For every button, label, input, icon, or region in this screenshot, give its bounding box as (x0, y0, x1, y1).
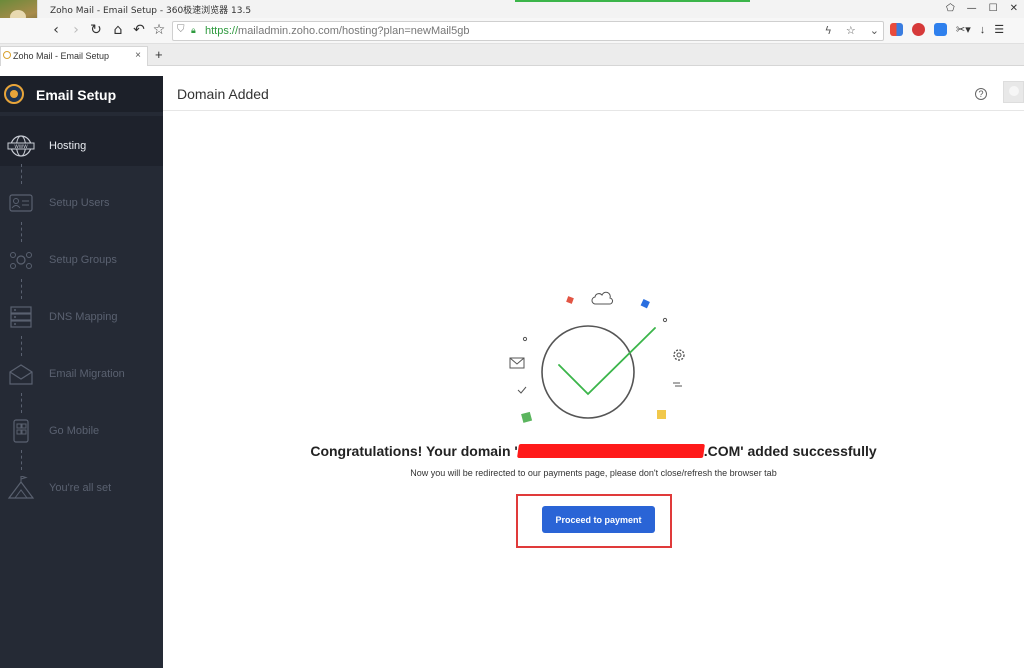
sidebar-item-setup-users[interactable]: Setup Users (0, 183, 163, 223)
page-load-progress (515, 0, 750, 2)
sidebar-item-go-mobile[interactable]: Go Mobile (0, 411, 163, 451)
shield-icon: ⛉ (177, 24, 185, 35)
sidebar-brand: Email Setup (0, 76, 163, 112)
lock-icon: 🔒︎ (191, 25, 196, 35)
www-globe-icon: WWW (7, 135, 35, 157)
proceed-to-payment-button[interactable]: Proceed to payment (542, 506, 655, 533)
group-icon (10, 252, 32, 269)
scissors-icon[interactable]: ✂▾ (956, 23, 971, 36)
back-icon[interactable]: ‹ (48, 22, 64, 38)
url-path: mailadmin.zoho.com/hosting?plan=newMail5… (238, 25, 470, 37)
skin-icon[interactable]: ⬠ (946, 3, 955, 14)
page-header: Domain Added ? (163, 76, 1024, 111)
user-card-icon (9, 194, 33, 212)
setup-sidebar: Email Setup WWW Hosting Setup Users Setu… (0, 76, 163, 668)
success-checkmark-illustration (509, 291, 685, 423)
congrats-suffix: .COM' added successfully (703, 443, 877, 459)
step-connector (21, 450, 22, 470)
mobile-icon (13, 419, 29, 443)
menu-icon[interactable]: ☰ (994, 23, 1004, 36)
sidebar-item-email-migration[interactable]: Email Migration (0, 354, 163, 394)
step-connector (21, 336, 22, 356)
sidebar-item-setup-groups[interactable]: Setup Groups (0, 240, 163, 280)
svg-text:WWW: WWW (14, 144, 28, 150)
address-bar[interactable]: ⛉ 🔒︎ https://mailadmin.zoho.com/hosting?… (172, 21, 884, 41)
sidebar-item-label: Email Migration (49, 368, 125, 380)
home-icon[interactable]: ⌂ (110, 22, 126, 38)
help-icon[interactable]: ? (975, 88, 987, 100)
brand-title: Email Setup (36, 87, 117, 103)
sidebar-item-label: DNS Mapping (49, 311, 118, 323)
zoho-favicon-icon (3, 51, 11, 59)
envelope-icon (9, 364, 33, 385)
browser-toolbar: ‹ › ↻ ⌂ ↶ ☆ ⛉ 🔒︎ https://mailadmin.zoho.… (0, 18, 1024, 44)
extension-blue-icon[interactable] (934, 23, 947, 36)
sidebar-item-hosting[interactable]: WWW Hosting (0, 126, 163, 166)
tab-strip: Zoho Mail - Email Setup × + (0, 44, 1024, 66)
window-controls: ⬠ — ☐ ✕ (946, 3, 1018, 14)
window-titlebar: Zoho Mail - Email Setup - 360极速浏览器 13.5 … (0, 0, 1024, 18)
page-title: Domain Added (177, 86, 269, 102)
bookmark-star-icon[interactable]: ☆ (151, 22, 167, 38)
sidebar-item-dns-mapping[interactable]: DNS Mapping (0, 297, 163, 337)
step-connector (21, 222, 22, 242)
sidebar-item-label: Setup Groups (49, 254, 117, 266)
chevron-down-icon[interactable]: ⌄ (870, 24, 879, 37)
zoho-setup-logo-icon (4, 84, 24, 104)
avatar[interactable] (1003, 81, 1024, 103)
sidebar-item-label: You're all set (49, 482, 112, 494)
download-icon[interactable]: ↓ (980, 24, 986, 36)
maximize-icon[interactable]: ☐ (989, 3, 998, 14)
close-window-icon[interactable]: ✕ (1010, 3, 1018, 14)
sidebar-item-label: Hosting (49, 140, 87, 152)
redacted-domain (516, 444, 705, 458)
flash-icon[interactable]: ϟ (825, 24, 832, 37)
url-scheme: https:// (205, 25, 239, 37)
redirect-notice: Now you will be redirected to our paymen… (410, 468, 777, 478)
favorite-star-icon[interactable]: ☆ (846, 24, 856, 37)
extension-red-icon[interactable] (912, 23, 925, 36)
chrome-spacer (0, 66, 1024, 76)
tab-close-icon[interactable]: × (135, 50, 141, 61)
extension-icons: ✂▾ ↓ ☰ (890, 23, 1004, 36)
congrats-heading: Congratulations! Your domain ' .COM' adde… (163, 443, 1024, 459)
server-icon (10, 306, 32, 328)
minimize-icon[interactable]: — (967, 3, 977, 14)
tab-title: Zoho Mail - Email Setup (13, 51, 110, 61)
congrats-prefix: Congratulations! Your domain ' (310, 443, 518, 459)
reload-icon[interactable]: ↻ (88, 22, 104, 38)
mountain-flag-icon (7, 476, 35, 499)
tab-zoho-mail[interactable]: Zoho Mail - Email Setup × (0, 46, 148, 66)
step-connector (21, 393, 22, 413)
undo-icon[interactable]: ↶ (131, 22, 147, 38)
sidebar-item-label: Setup Users (49, 197, 110, 209)
step-connector (21, 164, 22, 184)
window-title: Zoho Mail - Email Setup - 360极速浏览器 13.5 (50, 6, 252, 16)
sidebar-item-label: Go Mobile (49, 425, 100, 437)
sidebar-item-all-set[interactable]: You're all set (0, 468, 163, 508)
new-tab-button[interactable]: + (155, 47, 163, 62)
apps-grid-icon[interactable] (890, 23, 903, 36)
url-text[interactable]: https://mailadmin.zoho.com/hosting?plan=… (205, 25, 469, 37)
address-bar-actions: ϟ ☆ ⌄ (825, 24, 879, 37)
step-connector (21, 279, 22, 299)
forward-icon[interactable]: › (68, 22, 84, 38)
